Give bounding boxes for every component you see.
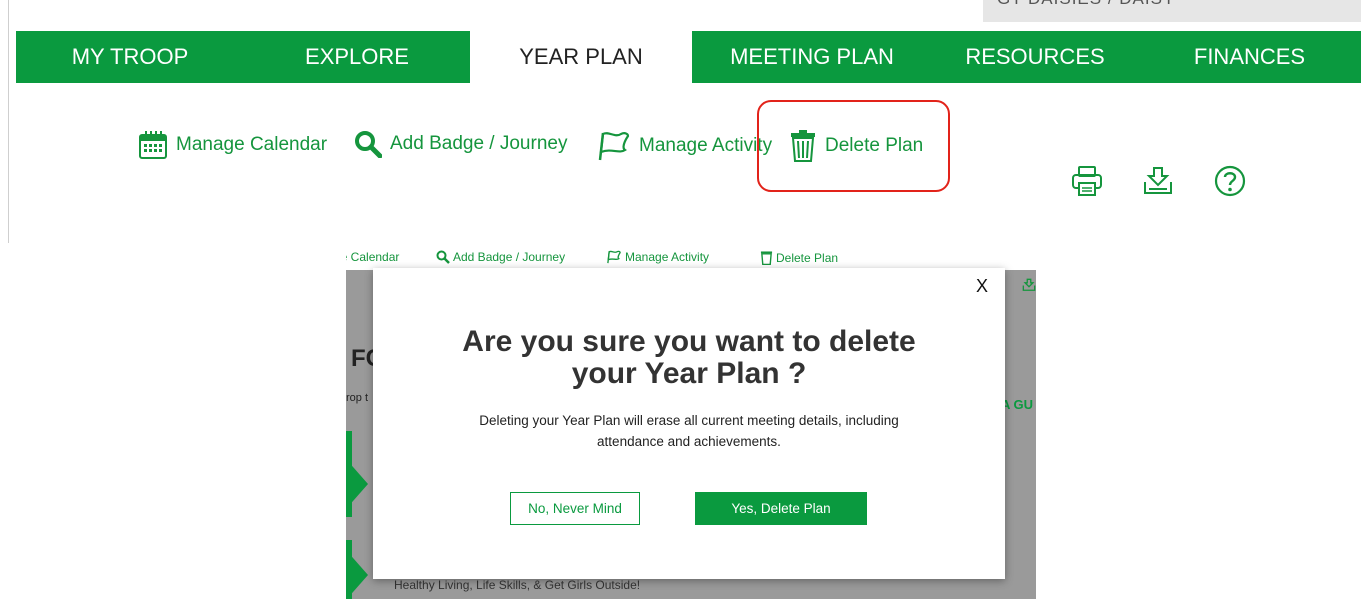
manage-activity-label: Manage Activity (639, 135, 773, 156)
inset-add-badge: Add Badge / Journey (436, 250, 565, 264)
inset-add-badge-label: Add Badge / Journey (453, 250, 566, 264)
top-strip: GT DAISIES / DAISY (0, 0, 1361, 31)
print-icon[interactable] (1070, 165, 1104, 197)
flag-icon (598, 132, 630, 161)
main-nav: MY TROOP EXPLORE YEAR PLAN MEETING PLAN … (16, 31, 1361, 83)
modal-title-line-1: Are you sure you want to delete (462, 325, 916, 358)
tab-year-plan[interactable]: YEAR PLAN (470, 31, 692, 83)
inset-bg-bottom-text: Healthy Living, Life Skills, & Get Girls… (394, 578, 641, 592)
manage-calendar-label: Manage Calendar (176, 134, 328, 155)
add-badge-journey-label: Add Badge / Journey (390, 133, 568, 154)
manage-activity-button[interactable]: Manage Activity (597, 130, 772, 162)
never-mind-button[interactable]: No, Never Mind (510, 492, 640, 525)
inset-arrow-marker-2 (346, 550, 368, 599)
confirm-delete-button[interactable]: Yes, Delete Plan (695, 492, 867, 525)
tab-explore[interactable]: EXPLORE (244, 31, 470, 83)
search-icon (436, 250, 450, 264)
add-badge-journey-button[interactable]: Add Badge / Journey (354, 130, 567, 158)
inset-manage-activity: Manage Activity (606, 250, 709, 264)
modal-title-line-2: your Year Plan ? (571, 357, 807, 390)
inset-bg-subtext: rop t (346, 392, 369, 404)
download-icon (1022, 278, 1036, 291)
flag-icon (607, 250, 621, 264)
trash-icon (760, 251, 773, 265)
inset-delete-plan: Delete Plan (760, 250, 838, 265)
tab-meeting-plan[interactable]: MEETING PLAN (692, 31, 932, 83)
tab-my-troop[interactable]: MY TROOP (16, 31, 244, 83)
calendar-icon (139, 131, 167, 159)
troop-selector-bar[interactable]: GT DAISIES / DAISY (983, 0, 1361, 22)
tab-resources[interactable]: RESOURCES (932, 31, 1138, 83)
inset-manage-calendar-label: ge Calendar (346, 250, 400, 264)
tab-finances[interactable]: FINANCES (1138, 31, 1361, 83)
modal-body-line-1: Deleting your Year Plan will erase all c… (479, 413, 899, 428)
delete-confirm-modal: X Are you sure you want to delete your Y… (373, 268, 1005, 579)
download-icon[interactable] (1142, 165, 1174, 197)
search-icon (355, 131, 382, 158)
manage-calendar-button[interactable]: Manage Calendar (138, 130, 327, 160)
modal-close-button[interactable]: X (976, 276, 988, 297)
inset-bg-right-text: A GU (1001, 397, 1034, 412)
help-icon[interactable] (1214, 165, 1246, 197)
inset-arrow-marker (346, 459, 368, 509)
inset-manage-calendar: ge Calendar (346, 250, 399, 264)
modal-body: Deleting your Year Plan will erase all c… (439, 410, 939, 452)
delete-plan-highlight (757, 100, 950, 192)
modal-body-line-2: attendance and achievements. (597, 434, 781, 449)
inset-manage-activity-label: Manage Activity (625, 250, 710, 264)
troop-selector-text: GT DAISIES / DAISY (997, 0, 1175, 9)
modal-title: Are you sure you want to delete your Yea… (373, 326, 1005, 390)
left-divider (8, 0, 9, 243)
inset-delete-plan-label: Delete Plan (776, 250, 839, 265)
